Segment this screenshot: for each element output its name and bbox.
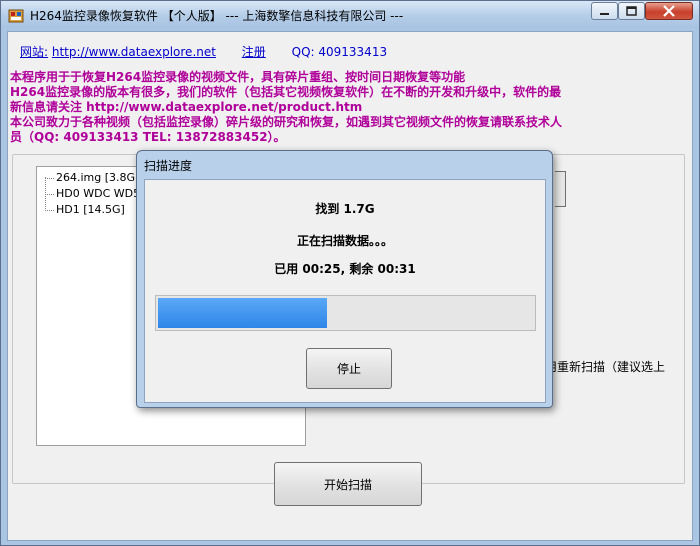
info-line: 网站: http://www.dataexplore.net 注册 QQ: 40… — [20, 43, 387, 60]
minimize-icon — [600, 13, 609, 15]
title-bar[interactable]: H264监控录像恢复软件 【个人版】 --- 上海数擎信息科技有限公司 --- — [1, 1, 699, 28]
register-link[interactable]: 注册 — [242, 45, 266, 59]
time-status-text: 已用 00:25, 剩余 00:31 — [274, 262, 416, 276]
close-icon — [663, 5, 675, 17]
tree-item[interactable]: 264.img [3.8G — [45, 171, 135, 187]
tree-item[interactable]: HD1 [14.5G] — [45, 203, 125, 219]
dialog-client-area: 找到 1.7G 正在扫描数据。。。 已用 00:25, 剩余 00:31 停止 — [144, 179, 546, 403]
website-link[interactable]: http://www.dataexplore.net — [52, 45, 216, 59]
maximize-icon — [626, 6, 637, 16]
rescan-option-label[interactable]: 用重新扫描（建议选上 — [545, 358, 665, 375]
tree-item[interactable]: HD0 WDC WD50 — [45, 187, 147, 203]
intro-line: H264监控录像的版本有很多，我们的软件（包括其它视频恢复软件）在不断的开发和升… — [10, 85, 562, 99]
window-title: H264监控录像恢复软件 【个人版】 --- 上海数擎信息科技有限公司 --- — [30, 9, 404, 23]
found-size-text: 找到 1.7G — [315, 202, 375, 216]
dialog-title: 扫描进度 — [144, 159, 193, 173]
stop-button[interactable]: 停止 — [306, 348, 392, 389]
maximize-button[interactable] — [618, 2, 645, 20]
browse-button[interactable] — [555, 171, 566, 207]
intro-line: 新信息请关注 http://www.dataexplore.net/produc… — [10, 100, 363, 114]
scan-progress-dialog: 扫描进度 找到 1.7G 正在扫描数据。。。 已用 00:25, 剩余 00:3… — [136, 150, 553, 408]
close-button[interactable] — [645, 2, 693, 20]
intro-text: 本程序用于于恢复H264监控录像的视频文件，具有碎片重组、按时间日期恢复等功能 … — [10, 70, 690, 145]
progress-bar — [155, 295, 536, 331]
intro-line: 本程序用于于恢复H264监控录像的视频文件，具有碎片重组、按时间日期恢复等功能 — [10, 70, 466, 84]
scanning-status-text: 正在扫描数据。。。 — [296, 234, 393, 248]
progress-fill — [158, 298, 327, 328]
qq-number: QQ: 409133413 — [291, 45, 388, 59]
intro-line: 本公司致力于各种视频（包括监控录像）碎片级的研究和恢复，如遇到其它视频文件的恢复… — [10, 115, 563, 129]
minimize-button[interactable] — [591, 2, 618, 20]
start-scan-button[interactable]: 开始扫描 — [274, 462, 422, 506]
app-icon — [8, 9, 24, 23]
website-label: 网站: — [20, 45, 49, 59]
intro-line: 员（QQ: 409133413 TEL: 13872883452）。 — [10, 130, 286, 144]
